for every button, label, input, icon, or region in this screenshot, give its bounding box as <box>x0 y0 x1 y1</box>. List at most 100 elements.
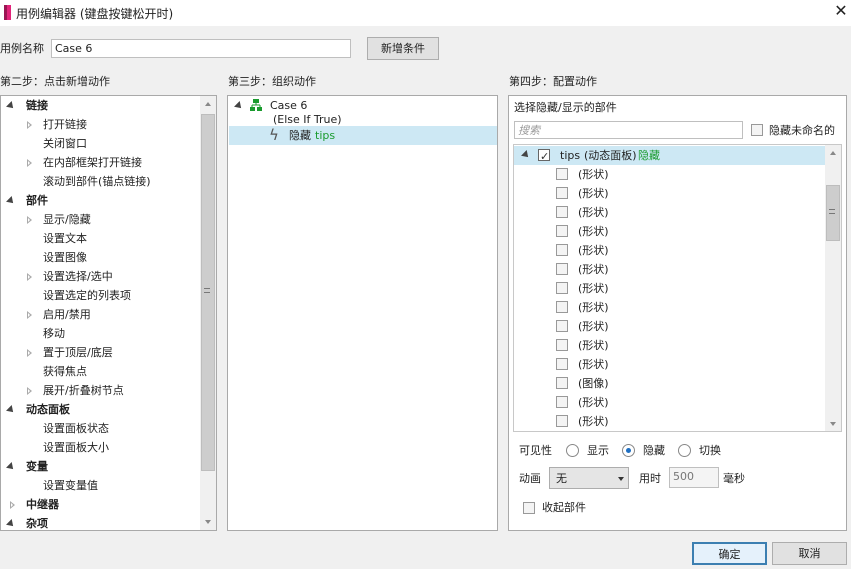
widget-row[interactable]: (形状) <box>514 317 825 336</box>
action-item[interactable]: 置于顶层/底层 <box>1 343 200 362</box>
action-item[interactable]: 移动 <box>1 324 200 343</box>
widget-row[interactable]: (形状) <box>514 241 825 260</box>
widget-row[interactable]: (形状) <box>514 298 825 317</box>
actions-tree: 链接 打开链接 关闭窗口 在内部框架打开链接 滚动到部件(锚点链接) 部件 显示/隐藏 设置文… <box>0 95 217 531</box>
action-item[interactable]: 设置面板大小 <box>1 438 200 457</box>
widget-row[interactable]: (图像) <box>514 374 825 393</box>
action-item[interactable]: 展开/折叠树节点 <box>1 381 200 400</box>
actions-scrollbar[interactable] <box>200 96 216 530</box>
radio-hide[interactable] <box>622 444 635 457</box>
widget-row[interactable]: (形状) <box>514 165 825 184</box>
action-item[interactable]: 变量 <box>1 457 200 476</box>
action-item[interactable]: 滚动到部件(锚点链接) <box>1 172 200 191</box>
action-item[interactable]: 打开链接 <box>1 115 200 134</box>
widget-checkbox[interactable] <box>556 339 568 351</box>
radio-show[interactable] <box>566 444 579 457</box>
widget-checkbox[interactable] <box>556 301 568 313</box>
action-item[interactable]: 动态面板 <box>1 400 200 419</box>
action-item[interactable]: 显示/隐藏 <box>1 210 200 229</box>
radio-toggle[interactable] <box>678 444 691 457</box>
widget-row[interactable]: (形状) <box>514 184 825 203</box>
collapsed-icon[interactable] <box>27 121 32 129</box>
action-item[interactable]: 部件 <box>1 191 200 210</box>
action-item[interactable]: 设置面板状态 <box>1 419 200 438</box>
widget-row[interactable]: (形状) <box>514 222 825 241</box>
widget-checkbox[interactable] <box>556 244 568 256</box>
case-icon <box>250 99 262 111</box>
widget-scrollbar[interactable] <box>825 145 841 431</box>
widget-checkbox[interactable] <box>556 206 568 218</box>
duration-input[interactable]: 500 <box>669 467 719 488</box>
animation-label: 动画 <box>519 472 541 485</box>
widget-row[interactable]: (形状) <box>514 203 825 222</box>
widget-row[interactable]: (形状) <box>514 393 825 412</box>
widget-row[interactable]: (形状) <box>514 355 825 374</box>
collapse-widget-checkbox[interactable] <box>523 502 535 514</box>
collapse-widget-label: 收起部件 <box>542 501 586 514</box>
collapsed-icon[interactable] <box>27 159 32 167</box>
widget-label: (形状) <box>578 301 609 314</box>
widget-row-tips[interactable]: tips (动态面板) 隐藏 <box>514 146 825 166</box>
widget-checkbox[interactable] <box>556 377 568 389</box>
action-item[interactable]: 杂项 <box>1 514 200 530</box>
animation-select[interactable]: 无 <box>549 467 629 489</box>
expanded-icon[interactable] <box>6 462 16 472</box>
action-item[interactable]: 设置选定的列表项 <box>1 286 200 305</box>
collapsed-icon[interactable] <box>10 501 15 509</box>
widget-checkbox[interactable] <box>556 263 568 275</box>
collapsed-icon[interactable] <box>27 273 32 281</box>
tips-expand-icon[interactable] <box>521 150 531 160</box>
radio-toggle-label: 切换 <box>699 444 721 457</box>
action-item-label: 置于顶层/底层 <box>43 346 113 359</box>
action-item[interactable]: 在内部框架打开链接 <box>1 153 200 172</box>
widget-label: (形状) <box>578 396 609 409</box>
action-item[interactable]: 链接 <box>1 96 200 115</box>
expanded-icon[interactable] <box>6 101 16 111</box>
action-item-label: 设置选择/选中 <box>43 270 113 283</box>
scroll-down-icon[interactable] <box>205 520 211 524</box>
expanded-icon[interactable] <box>6 405 16 415</box>
action-item[interactable]: 启用/禁用 <box>1 305 200 324</box>
close-icon[interactable]: ✕ <box>832 1 850 21</box>
collapsed-icon[interactable] <box>27 387 32 395</box>
scroll-up-icon[interactable] <box>205 102 211 106</box>
widget-scroll-up-icon[interactable] <box>830 151 836 155</box>
ok-button[interactable]: 确定 <box>692 542 767 565</box>
action-item[interactable]: 中继器 <box>1 495 200 514</box>
widget-checkbox[interactable] <box>556 187 568 199</box>
widget-row[interactable]: (形状) <box>514 336 825 355</box>
hide-unnamed-checkbox[interactable] <box>751 124 763 136</box>
widget-checkbox[interactable] <box>556 168 568 180</box>
organize-panel: Case 6 (Else If True) ϟ 隐藏 tips <box>227 95 498 531</box>
action-row-hide[interactable]: ϟ 隐藏 tips <box>229 126 497 145</box>
case-name-input[interactable]: Case 6 <box>51 39 351 58</box>
widget-checkbox[interactable] <box>556 320 568 332</box>
widget-row[interactable]: (形状) <box>514 412 825 431</box>
expanded-icon[interactable] <box>6 196 16 206</box>
widget-checkbox[interactable] <box>556 415 568 427</box>
collapsed-icon[interactable] <box>27 349 32 357</box>
collapsed-icon[interactable] <box>27 311 32 319</box>
case-expand-icon[interactable] <box>234 101 244 111</box>
widget-scroll-down-icon[interactable] <box>830 422 836 426</box>
widget-row[interactable]: (形状) <box>514 279 825 298</box>
widget-search-input[interactable]: 搜索 <box>514 121 743 139</box>
widget-row[interactable]: (形状) <box>514 260 825 279</box>
widget-checkbox[interactable] <box>556 396 568 408</box>
expanded-icon[interactable] <box>6 519 16 529</box>
action-item[interactable]: 关闭窗口 <box>1 134 200 153</box>
widget-checkbox[interactable] <box>556 225 568 237</box>
action-item[interactable]: 设置文本 <box>1 229 200 248</box>
collapsed-icon[interactable] <box>27 216 32 224</box>
widget-checkbox[interactable] <box>556 358 568 370</box>
action-item[interactable]: 设置图像 <box>1 248 200 267</box>
add-condition-button[interactable]: 新增条件 <box>367 37 439 60</box>
action-item[interactable]: 获得焦点 <box>1 362 200 381</box>
lightning-icon: ϟ <box>269 126 279 144</box>
action-item[interactable]: 设置选择/选中 <box>1 267 200 286</box>
widget-checkbox[interactable] <box>556 282 568 294</box>
configure-panel: 选择隐藏/显示的部件 搜索 隐藏未命名的 tips (动态面板) 隐藏 (形状)… <box>508 95 847 531</box>
tips-checkbox[interactable] <box>538 147 550 166</box>
action-item[interactable]: 设置变量值 <box>1 476 200 495</box>
cancel-button[interactable]: 取消 <box>772 542 847 565</box>
